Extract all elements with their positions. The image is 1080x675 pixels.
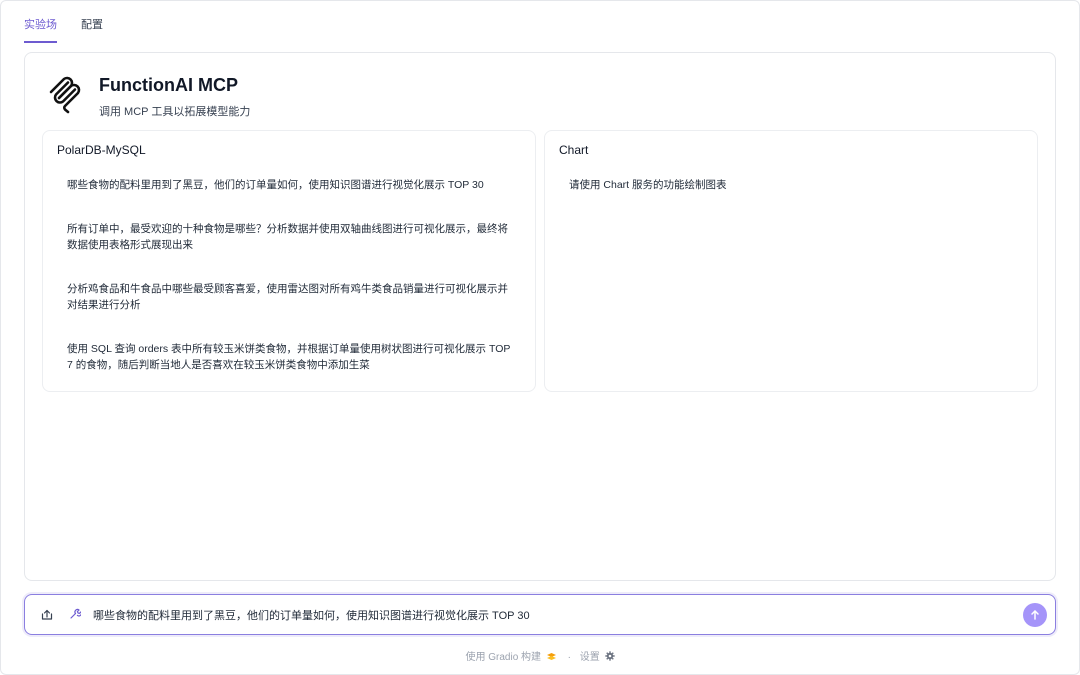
example-prompt[interactable]: 所有订单中，最受欢迎的十种食物是哪些？分析数据并使用双轴曲线图进行可视化展示，最…	[67, 221, 517, 253]
page-subtitle: 调用 MCP 工具以拓展模型能力	[99, 106, 251, 118]
arrow-up-icon	[1031, 610, 1039, 620]
wrench-icon[interactable]	[69, 608, 81, 620]
chat-input-bar	[24, 594, 1056, 635]
examples-card-polardb: PolarDB-MySQL 哪些食物的配料里用到了黑豆，他们的订单量如何，使用知…	[42, 130, 536, 392]
mcp-logo-icon	[49, 76, 81, 114]
tab-bar: 实验场 配置	[24, 10, 103, 43]
gear-icon[interactable]	[604, 651, 615, 661]
upload-icon[interactable]	[41, 609, 53, 621]
examples-card-chart: Chart 请使用 Chart 服务的功能绘制图表	[544, 130, 1038, 392]
page-title: FunctionAI MCP	[99, 75, 238, 95]
tab-playground[interactable]: 实验场	[24, 10, 57, 43]
gradio-logo-icon	[546, 653, 556, 660]
footer: 使用 Gradio 构建 · 设置	[0, 648, 1080, 663]
footer-separator: ·	[567, 652, 571, 663]
example-prompt[interactable]: 请使用 Chart 服务的功能绘制图表	[569, 177, 1019, 193]
main-panel: FunctionAI MCP 调用 MCP 工具以拓展模型能力 PolarDB-…	[24, 52, 1056, 581]
settings-link[interactable]: 设置	[580, 652, 600, 663]
example-prompt[interactable]: 使用 SQL 查询 orders 表中所有较玉米饼类食物，并根据订单量使用树状图…	[67, 341, 517, 373]
send-button[interactable]	[1023, 603, 1047, 627]
example-prompt[interactable]: 分析鸡食品和牛食品中哪些最受顾客喜爱，使用雷达图对所有鸡牛类食品销量进行可视化展…	[67, 281, 517, 313]
chat-input[interactable]	[93, 606, 1013, 624]
built-with-gradio-link[interactable]: 使用 Gradio 构建	[465, 652, 541, 663]
card-title: Chart	[559, 143, 589, 157]
card-title: PolarDB-MySQL	[57, 143, 146, 157]
example-prompt[interactable]: 哪些食物的配料里用到了黑豆，他们的订单量如何，使用知识图谱进行视觉化展示 TOP…	[67, 177, 517, 193]
tab-config[interactable]: 配置	[81, 10, 103, 43]
